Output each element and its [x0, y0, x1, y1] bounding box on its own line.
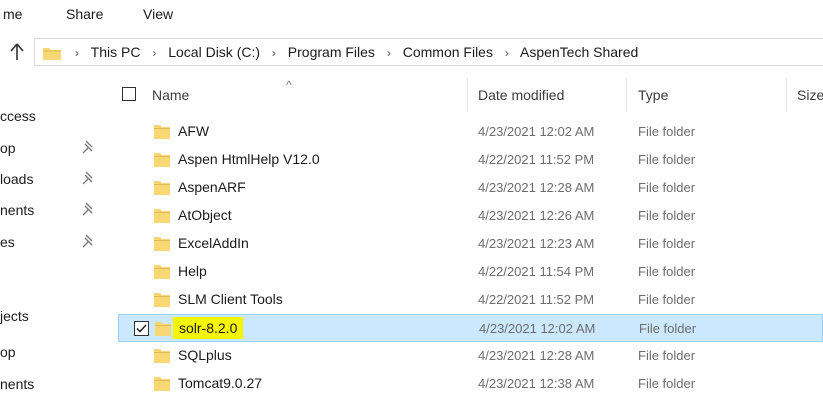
nav-item-documents-2[interactable]: nents: [0, 372, 110, 396]
folder-icon: [154, 265, 170, 279]
file-date: 4/23/2021 12:28 AM: [478, 180, 595, 195]
breadcrumb: › This PC › Local Disk (C:) › Program Fi…: [67, 44, 638, 60]
file-name[interactable]: Help: [178, 263, 207, 279]
nav-item-desktop[interactable]: op: [0, 136, 110, 160]
chevron-right-icon[interactable]: ›: [505, 46, 509, 60]
column-header-type[interactable]: Type: [638, 87, 668, 103]
folder-icon: [154, 237, 170, 251]
file-row[interactable]: AFW 4/23/2021 12:02 AM File folder: [118, 118, 823, 146]
file-date: 4/22/2021 11:54 PM: [478, 264, 595, 279]
up-arrow-icon[interactable]: [8, 42, 26, 62]
folder-icon: [155, 322, 171, 336]
column-header-date-modified[interactable]: Date modified: [478, 87, 564, 103]
folder-icon: [154, 209, 170, 223]
nav-item-quick-access[interactable]: ccess: [0, 104, 110, 128]
file-row[interactable]: Aspen HtmlHelp V12.0 4/22/2021 11:52 PM …: [118, 146, 823, 174]
file-type: File folder: [638, 236, 696, 251]
ribbon: me Share View: [0, 0, 823, 30]
navigation-pane: ccess op loads nents es jects op nents: [0, 100, 110, 396]
folder-icon: [43, 48, 61, 60]
folder-icon: [154, 293, 170, 307]
pin-icon[interactable]: [82, 140, 96, 154]
file-name[interactable]: AspenARF: [178, 179, 246, 195]
file-type: File folder: [639, 321, 697, 336]
folder-icon: [154, 181, 170, 195]
pin-icon[interactable]: [82, 234, 96, 248]
highlighted-name: solr-8.2.0: [173, 317, 244, 339]
file-name[interactable]: solr-8.2.0: [173, 317, 244, 339]
file-name[interactable]: SQLplus: [178, 347, 232, 363]
column-header-size[interactable]: Size: [797, 87, 823, 103]
folder-icon: [154, 153, 170, 167]
file-row[interactable]: SLM Client Tools 4/22/2021 11:52 PM File…: [118, 286, 823, 314]
column-header: ^ Name Date modified Type Size: [110, 78, 823, 112]
nav-item-3d-objects[interactable]: jects: [0, 304, 110, 328]
file-row[interactable]: AtObject 4/23/2021 12:26 AM File folder: [118, 202, 823, 230]
breadcrumb-aspentech-shared[interactable]: AspenTech Shared: [520, 44, 638, 60]
breadcrumb-this-pc[interactable]: This PC: [91, 44, 141, 60]
file-name[interactable]: Aspen HtmlHelp V12.0: [178, 151, 320, 167]
ribbon-tab-home[interactable]: me: [3, 6, 22, 22]
file-row[interactable]: Tomcat9.0.27 4/23/2021 12:38 AM File fol…: [118, 370, 823, 398]
sort-up-icon: ^: [286, 78, 292, 92]
nav-item-desktop-2[interactable]: op: [0, 340, 110, 364]
file-row-selected[interactable]: solr-8.2.0 4/23/2021 12:02 AM File folde…: [118, 314, 823, 342]
file-date: 4/23/2021 12:02 AM: [479, 321, 596, 336]
file-row[interactable]: AspenARF 4/23/2021 12:28 AM File folder: [118, 174, 823, 202]
file-date: 4/23/2021 12:26 AM: [478, 208, 595, 223]
file-type: File folder: [638, 124, 696, 139]
chevron-right-icon[interactable]: ›: [272, 46, 276, 60]
chevron-right-icon: ›: [75, 46, 79, 60]
address-bar-row: › This PC › Local Disk (C:) › Program Fi…: [0, 38, 823, 68]
column-header-name[interactable]: Name: [152, 87, 189, 103]
file-date: 4/23/2021 12:38 AM: [478, 376, 595, 391]
folder-icon: [154, 125, 170, 139]
file-date: 4/23/2021 12:23 AM: [478, 236, 595, 251]
folder-icon: [154, 377, 170, 391]
file-row[interactable]: ExcelAddIn 4/23/2021 12:23 AM File folde…: [118, 230, 823, 258]
file-type: File folder: [638, 292, 696, 307]
column-divider[interactable]: [467, 78, 468, 112]
chevron-right-icon[interactable]: ›: [387, 46, 391, 60]
file-type: File folder: [638, 180, 696, 195]
file-date: 4/23/2021 12:02 AM: [478, 124, 595, 139]
file-date: 4/22/2021 11:52 PM: [478, 152, 595, 167]
file-date: 4/23/2021 12:28 AM: [478, 348, 595, 363]
row-checkbox[interactable]: [134, 321, 149, 336]
chevron-right-icon[interactable]: ›: [152, 46, 156, 60]
file-name[interactable]: AtObject: [178, 207, 232, 223]
column-divider[interactable]: [626, 78, 627, 112]
address-bar[interactable]: › This PC › Local Disk (C:) › Program Fi…: [34, 38, 823, 66]
file-row[interactable]: Help 4/22/2021 11:54 PM File folder: [118, 258, 823, 286]
file-name[interactable]: SLM Client Tools: [178, 291, 283, 307]
column-divider[interactable]: [786, 78, 787, 112]
breadcrumb-common-files[interactable]: Common Files: [403, 44, 493, 60]
file-row[interactable]: SQLplus 4/23/2021 12:28 AM File folder: [118, 342, 823, 370]
file-name[interactable]: AFW: [178, 123, 209, 139]
file-name[interactable]: Tomcat9.0.27: [178, 375, 262, 391]
file-date: 4/22/2021 11:52 PM: [478, 292, 595, 307]
pin-icon[interactable]: [82, 202, 96, 216]
breadcrumb-program-files[interactable]: Program Files: [288, 44, 375, 60]
file-type: File folder: [638, 208, 696, 223]
breadcrumb-local-disk[interactable]: Local Disk (C:): [168, 44, 260, 60]
nav-item-documents[interactable]: nents: [0, 198, 110, 222]
folder-icon: [154, 349, 170, 363]
ribbon-tab-share[interactable]: Share: [66, 6, 103, 22]
file-name[interactable]: ExcelAddIn: [178, 235, 249, 251]
nav-item-downloads[interactable]: loads: [0, 167, 110, 191]
pin-icon[interactable]: [82, 171, 96, 185]
file-type: File folder: [638, 348, 696, 363]
file-type: File folder: [638, 264, 696, 279]
file-type: File folder: [638, 152, 696, 167]
file-type: File folder: [638, 376, 696, 391]
ribbon-tab-view[interactable]: View: [143, 6, 173, 22]
nav-item-pictures[interactable]: es: [0, 230, 110, 254]
checkmark-icon: [136, 324, 147, 333]
select-all-checkbox[interactable]: [122, 87, 136, 101]
